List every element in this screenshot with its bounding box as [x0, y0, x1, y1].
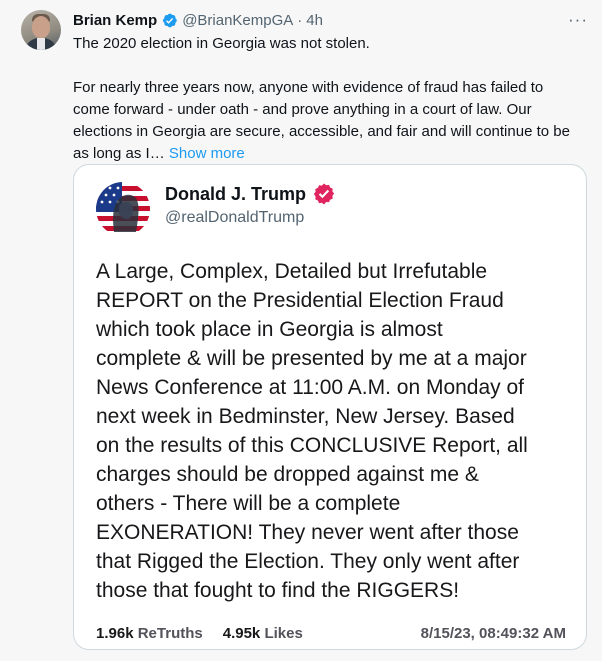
- quoted-post-timestamp: 8/15/23, 08:49:32 AM: [420, 625, 566, 642]
- quoted-text-line: next week in Bedminster, New Jersey. Bas…: [96, 405, 515, 428]
- quoted-text-line: on the results of this CONCLUSIVE Report…: [96, 434, 528, 457]
- retruths-label: ReTruths: [137, 625, 203, 642]
- quoted-text-line: charges should be dropped against me &: [96, 463, 479, 486]
- quoted-author-name-row: Donald J. Trump: [165, 182, 336, 206]
- tweet-text-truncated: as long as I…: [73, 145, 169, 162]
- tweet-text-line: come forward - under oath - and prove an…: [73, 101, 532, 118]
- quoted-post-text: A Large, Complex, Detailed but Irrefutab…: [96, 257, 566, 605]
- likes-stat[interactable]: 4.95k Likes: [223, 625, 303, 642]
- show-more-link[interactable]: Show more: [169, 145, 245, 162]
- tweet-text-line: For nearly three years now, anyone with …: [73, 79, 544, 96]
- tweet-text-line: The 2020 election in Georgia was not sto…: [73, 35, 370, 52]
- quoted-author-handle[interactable]: @realDonaldTrump: [165, 209, 304, 227]
- author-avatar[interactable]: [21, 10, 61, 50]
- tweet-text-line: as long as I… Show more: [73, 143, 588, 165]
- quoted-text-line: which took place in Georgia is almost: [96, 318, 443, 341]
- quoted-text-line: A Large, Complex, Detailed but Irrefutab…: [96, 260, 488, 283]
- quoted-text-line: EXONERATION! They never went after those: [96, 521, 519, 544]
- quoted-text-line: complete & will be presented by me at a …: [96, 347, 527, 370]
- verified-badge-icon: [163, 13, 177, 27]
- retruths-count: 1.96k: [96, 625, 134, 642]
- quoted-post-stats: 1.96k ReTruths 4.95k Likes 8/15/23, 08:4…: [96, 625, 566, 642]
- post-time[interactable]: 4h: [306, 12, 323, 29]
- likes-count: 4.95k: [222, 625, 261, 642]
- quoted-text-line: others - There will be a complete: [96, 492, 401, 515]
- tweet: Brian Kemp @BrianKempGA · 4h ··· The 202…: [0, 0, 602, 661]
- quoted-author-avatar[interactable]: [96, 182, 150, 236]
- quoted-text-line: REPORT on the Presidential Election Frau…: [96, 289, 504, 312]
- quoted-post[interactable]: Donald J. Trump @realDonaldTrump A Large…: [73, 164, 587, 650]
- quoted-text-line: that Rigged the Election. They only went…: [96, 550, 520, 573]
- flag-portrait-icon: [96, 182, 150, 236]
- likes-label: Likes: [264, 625, 303, 642]
- more-options-icon[interactable]: ···: [568, 10, 588, 30]
- truth-verified-badge-icon: [313, 183, 335, 205]
- quoted-text-line: News Conference at 11:00 A.M. on Monday …: [96, 376, 525, 399]
- quoted-author-name[interactable]: Donald J. Trump: [165, 184, 306, 205]
- quoted-text-line: those that fought to find the RIGGERS!: [96, 579, 460, 602]
- tweet-text-line: elections in Georgia are secure, accessi…: [73, 123, 570, 140]
- retruths-stat[interactable]: 1.96k ReTruths: [96, 625, 203, 642]
- separator-dot: ·: [297, 11, 303, 29]
- tweet-header: Brian Kemp @BrianKempGA · 4h: [73, 10, 323, 30]
- tweet-text: The 2020 election in Georgia was not sto…: [73, 33, 588, 165]
- author-handle[interactable]: @BrianKempGA: [182, 12, 293, 29]
- author-name[interactable]: Brian Kemp: [73, 12, 157, 29]
